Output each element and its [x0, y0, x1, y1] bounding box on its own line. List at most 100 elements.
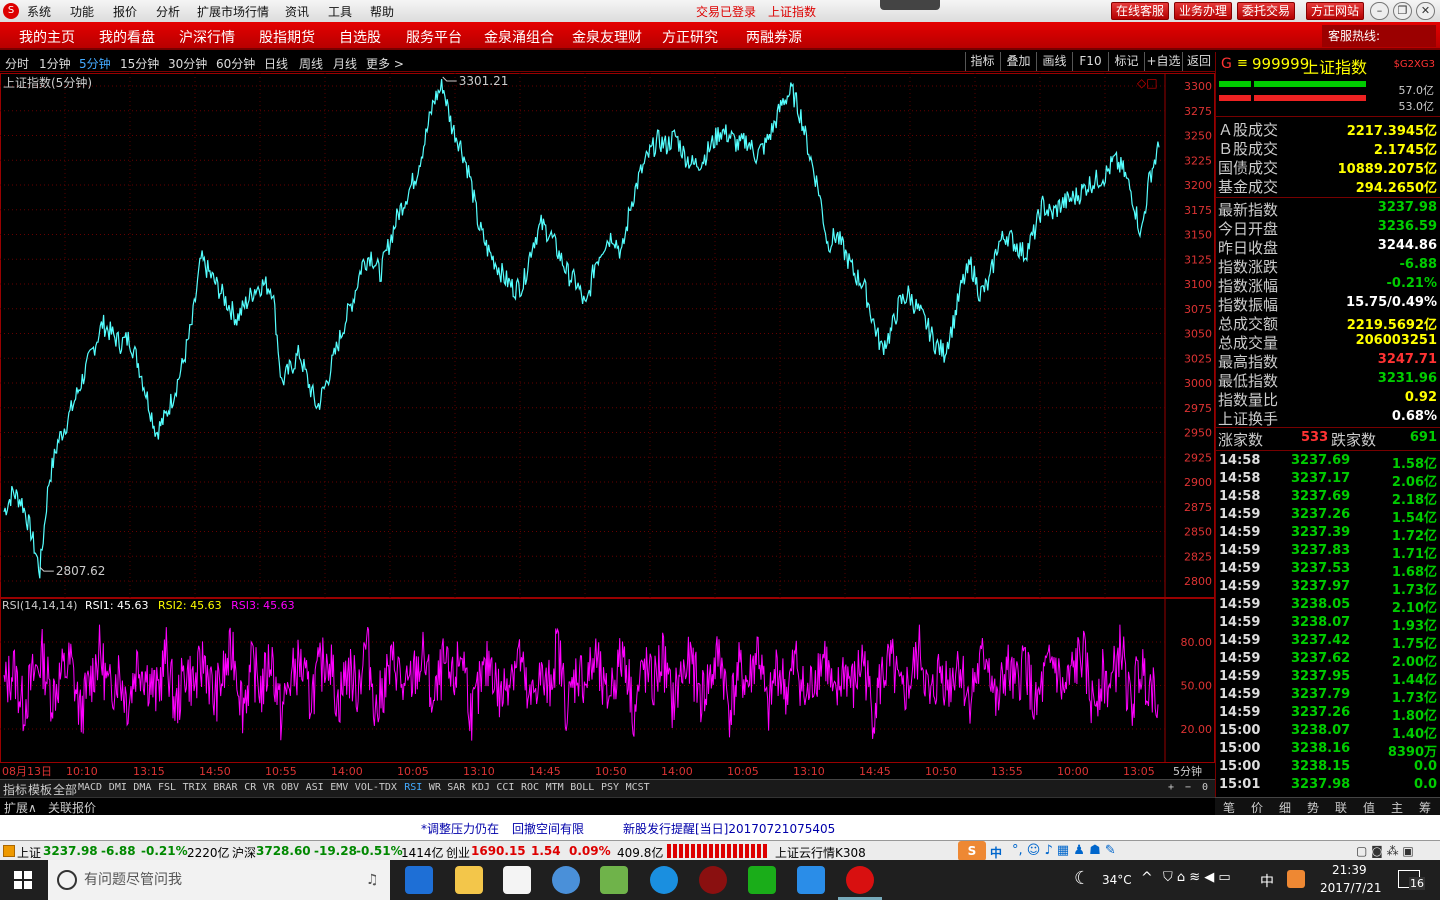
panel-tab[interactable]: 笔 [1215, 799, 1243, 816]
indicator-tab[interactable]: VR [263, 782, 275, 793]
indicator-tab[interactable]: ASI [306, 782, 324, 793]
tool-back[interactable]: 返回 [1182, 52, 1215, 71]
status-tray-icon[interactable]: ▢ ◙ ⁂ ▣ [1356, 844, 1414, 858]
writer-icon[interactable] [797, 866, 825, 894]
panel-tab[interactable]: 势 [1299, 799, 1327, 816]
menu-extended-market[interactable]: 扩展市场行情 [197, 3, 269, 20]
tool-draw[interactable]: 画线 [1036, 52, 1072, 71]
period-tick[interactable]: 分时 [5, 55, 29, 72]
start-windows-icon[interactable] [14, 871, 32, 889]
panel-tab[interactable]: 联 [1327, 799, 1355, 816]
trading-app-icon[interactable] [846, 866, 874, 894]
tool-f10[interactable]: F10 [1072, 52, 1108, 71]
nav-research[interactable]: 方正研究 [662, 27, 718, 47]
news-item-3[interactable]: 新股发行提醒[当日]20170721075405 [623, 820, 835, 837]
indicator-tab[interactable]: KDJ [472, 782, 490, 793]
panel-tab[interactable]: 主 [1383, 799, 1411, 816]
indicator-tab[interactable]: MTM [546, 782, 564, 793]
period-more[interactable]: 更多 > [366, 55, 404, 72]
cortana-icon[interactable] [57, 870, 77, 890]
period-5min[interactable]: 5分钟 [79, 55, 111, 72]
website-button[interactable]: 方正网站 [1306, 2, 1364, 20]
nav-my-home[interactable]: 我的主页 [19, 27, 75, 47]
menu-analysis[interactable]: 分析 [156, 3, 180, 20]
panel-tab[interactable]: 价 [1243, 799, 1271, 816]
period-1min[interactable]: 1分钟 [39, 55, 71, 72]
indicator-tab[interactable]: CR [244, 782, 256, 793]
indicator-tab[interactable]: 模板 [28, 781, 52, 798]
indicator-tab[interactable]: EMV [330, 782, 348, 793]
sogou-ime-icon[interactable]: S [958, 841, 986, 861]
nav-index-futures[interactable]: 股指期货 [259, 27, 315, 47]
ime-lang[interactable]: 中 [990, 844, 1002, 861]
indicator-tab[interactable]: OBV [281, 782, 299, 793]
panel-tab[interactable]: 筹 [1411, 799, 1439, 816]
nav-watchlist[interactable]: 自选股 [339, 27, 381, 47]
ime-tray-icon[interactable] [1287, 870, 1305, 888]
edge-browser-icon[interactable] [405, 866, 433, 894]
menu-quote[interactable]: 报价 [113, 3, 137, 20]
panel-tab[interactable]: 值 [1355, 799, 1383, 816]
indicator-tab[interactable]: 全部 [53, 781, 77, 798]
panel-tab[interactable]: 细 [1271, 799, 1299, 816]
indicator-tab[interactable]: WR [429, 782, 441, 793]
indicator-tab[interactable]: CCI [496, 782, 514, 793]
period-30min[interactable]: 30分钟 [168, 55, 207, 72]
indicator-tab[interactable]: RSI [404, 782, 422, 793]
search-input[interactable]: 有问题尽管问我 [48, 860, 390, 900]
price-chart[interactable]: 3300 3275 3250 3225 3200 3175 3150 3125 3100 3075… [0, 73, 1215, 598]
indicator-tab[interactable]: VOL-TDX [355, 782, 397, 793]
restore-icon[interactable]: ❐ [1393, 2, 1412, 20]
related-quote-button[interactable]: 关联报价 [48, 799, 96, 816]
indicator-tab[interactable]: FSL [158, 782, 176, 793]
nav-portfolio[interactable]: 金泉涌组合 [484, 27, 554, 47]
zoom-in-icon[interactable]: + [1168, 782, 1174, 793]
period-week[interactable]: 周线 [299, 55, 323, 72]
period-15min[interactable]: 15分钟 [120, 55, 159, 72]
browser-360-icon[interactable] [552, 866, 580, 894]
indicator-tab[interactable]: TRIX [183, 782, 207, 793]
period-60min[interactable]: 60分钟 [216, 55, 255, 72]
menu-lines-icon[interactable]: ≡ [1237, 56, 1248, 71]
ime-tools-icon[interactable]: °, ☺ ♪ ▦ ♟ ☗ ✎ [1012, 843, 1116, 858]
nav-wealth[interactable]: 金泉友理财 [572, 27, 642, 47]
file-explorer-icon[interactable] [455, 866, 483, 894]
tool-add-watch[interactable]: +自选 [1144, 52, 1182, 71]
indicator-tab[interactable]: DMI [109, 782, 127, 793]
chart-options-icon[interactable]: ◇□ [1137, 76, 1158, 90]
indicator-tab[interactable]: MACD [78, 782, 102, 793]
business-button[interactable]: 业务办理 [1174, 2, 1232, 20]
store-icon[interactable] [503, 866, 531, 894]
indicator-tab[interactable]: ROC [521, 782, 539, 793]
tool-overlay[interactable]: 叠加 [1000, 52, 1036, 71]
indicator-tab[interactable]: BOLL [570, 782, 594, 793]
reset-zoom-icon[interactable]: 0 [1202, 782, 1208, 793]
online-service-button[interactable]: 在线客服 [1111, 2, 1169, 20]
minimize-icon[interactable]: – [1370, 2, 1389, 20]
nav-service-platform[interactable]: 服务平台 [406, 27, 462, 47]
tray-chevron-icon[interactable]: ^ [1141, 870, 1153, 886]
nav-margin-source[interactable]: 两融券源 [746, 27, 802, 47]
notification-icon[interactable]: 16 [1398, 870, 1425, 890]
trade-button[interactable]: 委托交易 [1237, 2, 1295, 20]
tray-icons[interactable]: ⛉ ⌂ ≋ ◀ ▭ [1163, 870, 1231, 885]
ie-browser-icon[interactable] [650, 866, 678, 894]
media-player-icon[interactable] [699, 866, 727, 894]
period-month[interactable]: 月线 [333, 55, 357, 72]
expand-button[interactable]: 扩展∧ [4, 799, 37, 816]
input-lang[interactable]: 中 [1260, 871, 1274, 891]
drop-handle[interactable] [880, 0, 940, 10]
tool-mark[interactable]: 标记 [1108, 52, 1144, 71]
zoom-out-icon[interactable]: − [1185, 782, 1191, 793]
indicator-tab[interactable]: 指标 [3, 781, 27, 798]
menu-help[interactable]: 帮助 [370, 3, 394, 20]
menu-function[interactable]: 功能 [70, 3, 94, 20]
indicator-tab[interactable]: SAR [447, 782, 465, 793]
nav-shsz-market[interactable]: 沪深行情 [179, 27, 235, 47]
indicator-tab[interactable]: MCST [626, 782, 650, 793]
indicator-tab[interactable]: DMA [133, 782, 151, 793]
indicator-tab[interactable]: BRAR [213, 782, 237, 793]
nav-my-watch[interactable]: 我的看盘 [99, 27, 155, 47]
news-item-1[interactable]: *调整压力仍在 [421, 820, 499, 837]
close-icon[interactable]: ✕ [1416, 2, 1435, 20]
